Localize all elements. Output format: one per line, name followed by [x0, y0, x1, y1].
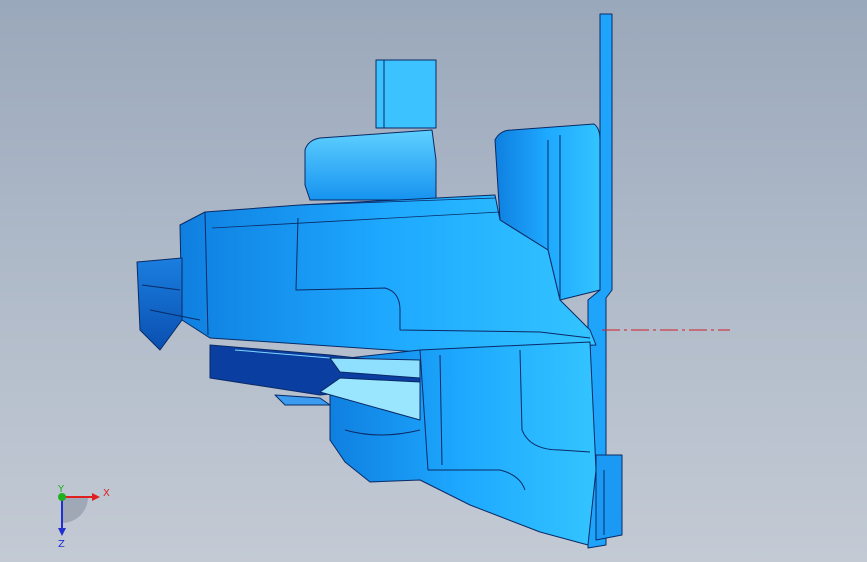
cad-3d-viewport[interactable]: X Y Z [0, 0, 867, 562]
part-model[interactable] [136, 13, 623, 549]
left-nose [136, 257, 183, 351]
orientation-triad: X Y Z [57, 484, 110, 550]
x-axis-label: X [103, 488, 110, 499]
top-rib [375, 59, 437, 129]
z-axis-label: Z [58, 539, 65, 550]
upper-boss [304, 129, 437, 201]
mount-bracket [595, 454, 623, 541]
y-axis-label: Y [57, 484, 65, 495]
